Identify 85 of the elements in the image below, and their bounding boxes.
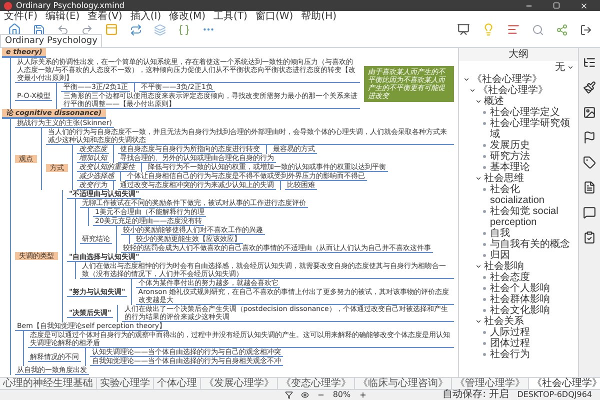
outline-item[interactable]: 社会影响 [484, 261, 524, 272]
menu-item[interactable]: 编辑(E) [46, 10, 80, 22]
menu-item[interactable]: 窗口(W) [255, 10, 294, 22]
menu-item[interactable]: 文件(F) [4, 10, 38, 22]
flag-icon[interactable] [583, 131, 596, 144]
search-icon[interactable] [532, 24, 544, 36]
expand-caret-icon[interactable] [475, 98, 482, 105]
outline-item[interactable]: 概述 [484, 96, 504, 107]
share-icon[interactable] [556, 24, 568, 36]
expand-caret-icon[interactable] [475, 318, 482, 325]
outline-item[interactable]: 社会心理学定义 [490, 107, 560, 118]
app-logo-icon [4, 2, 12, 10]
outline-item[interactable]: 社会文化影响 [490, 305, 550, 316]
save-icon[interactable] [33, 24, 45, 36]
eye-icon[interactable] [300, 391, 309, 399]
summary-icon[interactable] [178, 24, 190, 36]
outline-item[interactable]: 基本理论 [490, 162, 530, 173]
bullet-icon [483, 287, 486, 290]
outline-item[interactable]: 社会行为 [490, 349, 530, 360]
presentation-icon[interactable] [457, 23, 470, 36]
expand-caret-icon[interactable] [475, 175, 482, 182]
outline-item[interactable]: 与自我有关的概念 [490, 239, 570, 250]
outline-item[interactable]: 社会群体影响 [490, 294, 550, 305]
outline-item[interactable]: 社会关系 [484, 316, 524, 327]
outline-item[interactable]: 社会个人影响 [490, 283, 550, 294]
outline-item[interactable]: 自我 [490, 228, 510, 239]
outline-item[interactable]: 《社会心理学》 [478, 85, 548, 96]
computer-name: DESKTOP-6DQJ964 [517, 389, 592, 400]
bullet-icon [483, 298, 486, 301]
bullet-icon [483, 155, 486, 158]
outline-item[interactable]: 社会思维 [484, 173, 524, 184]
menu-item[interactable]: 修改(M) [169, 10, 206, 22]
bullet-icon [483, 188, 486, 191]
home-icon[interactable] [8, 23, 21, 36]
bullet-icon [483, 144, 486, 147]
bullet-icon [483, 243, 486, 246]
bullet-icon [483, 309, 486, 312]
bullet-icon [483, 276, 486, 279]
outline-item[interactable]: 社会知觉 social perception [490, 206, 574, 228]
undo-icon[interactable] [57, 24, 69, 36]
outline-item[interactable]: 发展历史 [490, 140, 530, 151]
brush-icon[interactable] [583, 81, 596, 94]
menu-item[interactable]: 查看(V) [88, 10, 122, 22]
panel-title: 大纲 [508, 48, 528, 60]
outline-icon[interactable] [583, 56, 596, 69]
bullet-icon [483, 331, 486, 334]
outline-item[interactable]: 研究方法 [490, 151, 530, 162]
autosave-status: 自动保存: 开启 [442, 389, 510, 400]
outline-item[interactable]: 社会心理学研究领域 [490, 118, 574, 140]
image-icon[interactable] [583, 106, 596, 119]
expand-caret-icon[interactable] [475, 263, 482, 270]
bullet-icon [483, 353, 486, 356]
bullet-icon [483, 254, 486, 257]
bullet-icon [483, 122, 486, 125]
outline-item[interactable]: 团体过程 [490, 338, 530, 349]
expand-caret-icon[interactable] [463, 76, 470, 83]
menu-item[interactable]: 帮助(H) [301, 10, 336, 22]
zoom-level: 80% [332, 389, 351, 400]
outline-item[interactable]: 社会化socialization [490, 184, 574, 206]
document-tab[interactable]: Ordinary Psychology [0, 34, 102, 47]
export-icon[interactable] [580, 24, 592, 36]
bullet-icon [483, 166, 486, 169]
bullet-icon [483, 210, 486, 213]
task-icon[interactable] [583, 231, 596, 244]
caret-icon [567, 64, 574, 71]
bullet-icon [483, 111, 486, 114]
sheet-tab[interactable]: 《社会心理学》 [529, 378, 600, 389]
zoom-in-icon[interactable] [358, 391, 367, 399]
bullet-icon [483, 342, 486, 345]
label-icon[interactable] [583, 156, 596, 169]
menu-item[interactable]: 工具(T) [214, 10, 248, 22]
bullet-icon [483, 232, 486, 235]
close-icon[interactable] [580, 2, 588, 10]
window-title: Ordinary Psychology.xmind [16, 0, 126, 10]
filter-dropdown[interactable]: 无 [555, 62, 565, 74]
expand-caret-icon[interactable] [469, 87, 476, 94]
menu-item[interactable]: 插入(I) [130, 10, 162, 22]
comment-icon[interactable] [583, 206, 596, 219]
outline-item[interactable]: 社会态度 [490, 272, 530, 283]
outline-item[interactable]: 归因 [490, 250, 510, 261]
outline-item[interactable]: 人际过程 [490, 327, 530, 338]
note-icon[interactable] [583, 181, 596, 194]
filter-icon[interactable] [284, 391, 293, 399]
maximize-icon[interactable] [553, 2, 560, 9]
redo-icon[interactable] [81, 24, 93, 36]
